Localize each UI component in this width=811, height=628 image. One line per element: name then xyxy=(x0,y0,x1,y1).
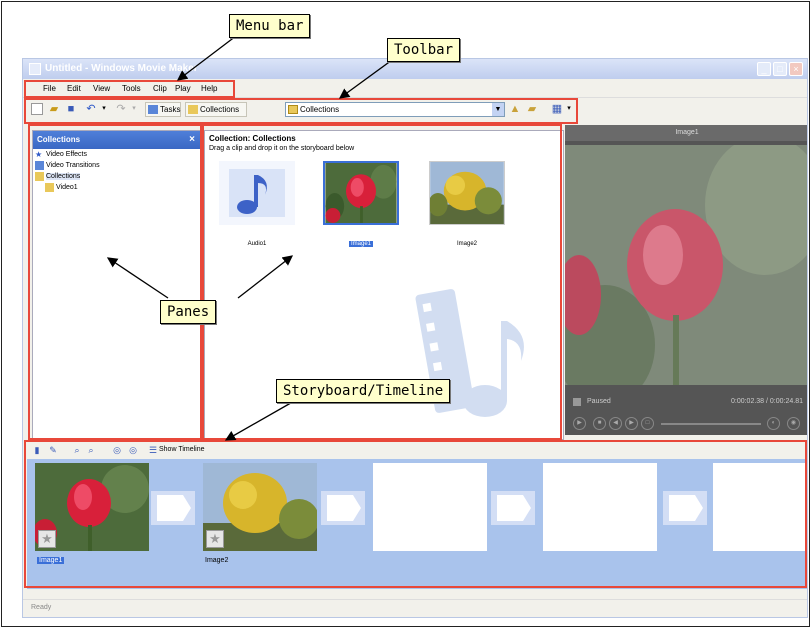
stop-icon[interactable]: ■ xyxy=(593,417,606,430)
monitor-status: Paused 0:00:02.38 / 0:00:24.81 xyxy=(565,395,807,409)
highlight-collections-pane xyxy=(28,124,202,440)
callout-storyboard: Storyboard/Timeline xyxy=(276,379,451,403)
callout-panes: Panes xyxy=(160,300,217,324)
monitor-screen xyxy=(565,145,807,385)
window-title: Untitled - Windows Movie Maker xyxy=(45,63,198,74)
highlight-menu-bar xyxy=(24,80,235,98)
monitor-title: Image1 xyxy=(565,125,807,141)
previous-frame-icon[interactable]: ◀ xyxy=(609,417,622,430)
fullscreen-icon[interactable]: □ xyxy=(641,417,654,430)
maximize-button[interactable]: □ xyxy=(773,62,787,76)
callout-toolbar: Toolbar xyxy=(387,38,461,62)
app-icon xyxy=(29,63,41,75)
next-frame-icon[interactable]: ▶ xyxy=(625,417,638,430)
snapshot-icon[interactable]: ◉ xyxy=(787,417,800,430)
split-icon[interactable]: ◐ xyxy=(767,417,780,430)
monitor-square-icon xyxy=(573,398,581,406)
callout-menu-bar: Menu bar xyxy=(229,14,311,38)
seek-bar[interactable] xyxy=(661,423,761,425)
status-bar: Ready xyxy=(23,599,807,617)
title-bar[interactable]: Untitled - Windows Movie Maker _ □ × xyxy=(23,59,807,79)
close-button[interactable]: × xyxy=(789,62,803,76)
highlight-toolbar xyxy=(24,98,578,124)
play-icon[interactable]: ▶ xyxy=(573,417,586,430)
monitor-controls: ▶ ■ ◀ ▶ □ ◐ ◉ xyxy=(565,413,807,435)
minimize-button[interactable]: _ xyxy=(757,62,771,76)
highlight-storyboard xyxy=(24,440,807,588)
preview-monitor: Image1 Paused 0:00:02.38 / 0:00:24.81 ▶ … xyxy=(565,125,807,435)
